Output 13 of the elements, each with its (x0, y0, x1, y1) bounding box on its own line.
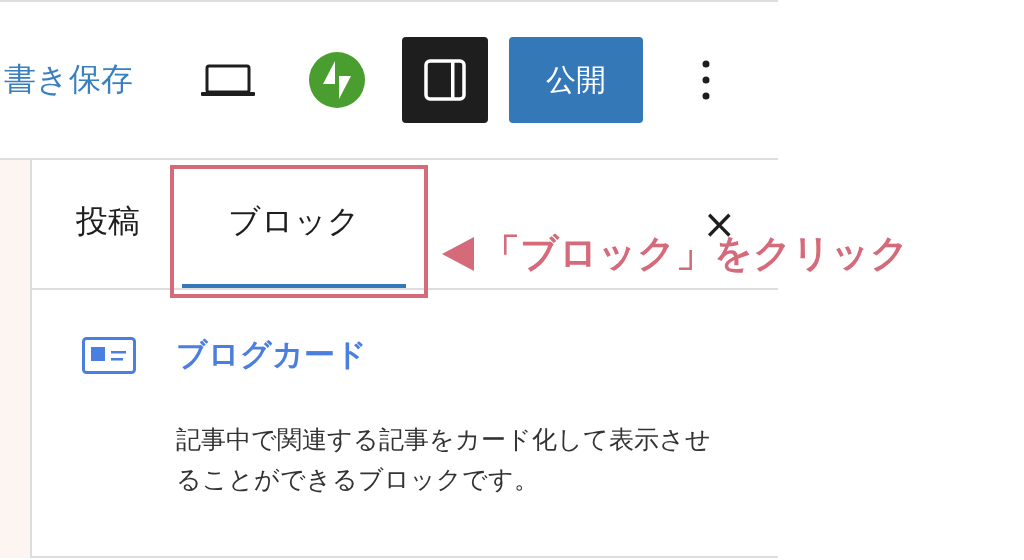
sidebar-tab[interactable]: 投稿 (32, 160, 168, 288)
laptop-icon[interactable] (201, 63, 255, 97)
publish-button[interactable]: 公開 (509, 37, 643, 123)
sidebar-panel-icon (423, 58, 467, 102)
card-icon (82, 336, 136, 374)
settings-sidebar-toggle[interactable] (402, 37, 488, 123)
sidebar-tab[interactable]: ブロック (182, 160, 406, 288)
block-title: ブログカード (176, 335, 367, 374)
lightning-bolt-icon[interactable] (309, 52, 365, 108)
save-draft-link[interactable]: 書き保存 (4, 58, 133, 102)
block-description: 記事中で関連する記事をカード化して表示させることができるブロックです。 (176, 424, 712, 496)
more-options-icon[interactable] (702, 60, 710, 100)
pointer-arrow-icon (442, 236, 474, 271)
